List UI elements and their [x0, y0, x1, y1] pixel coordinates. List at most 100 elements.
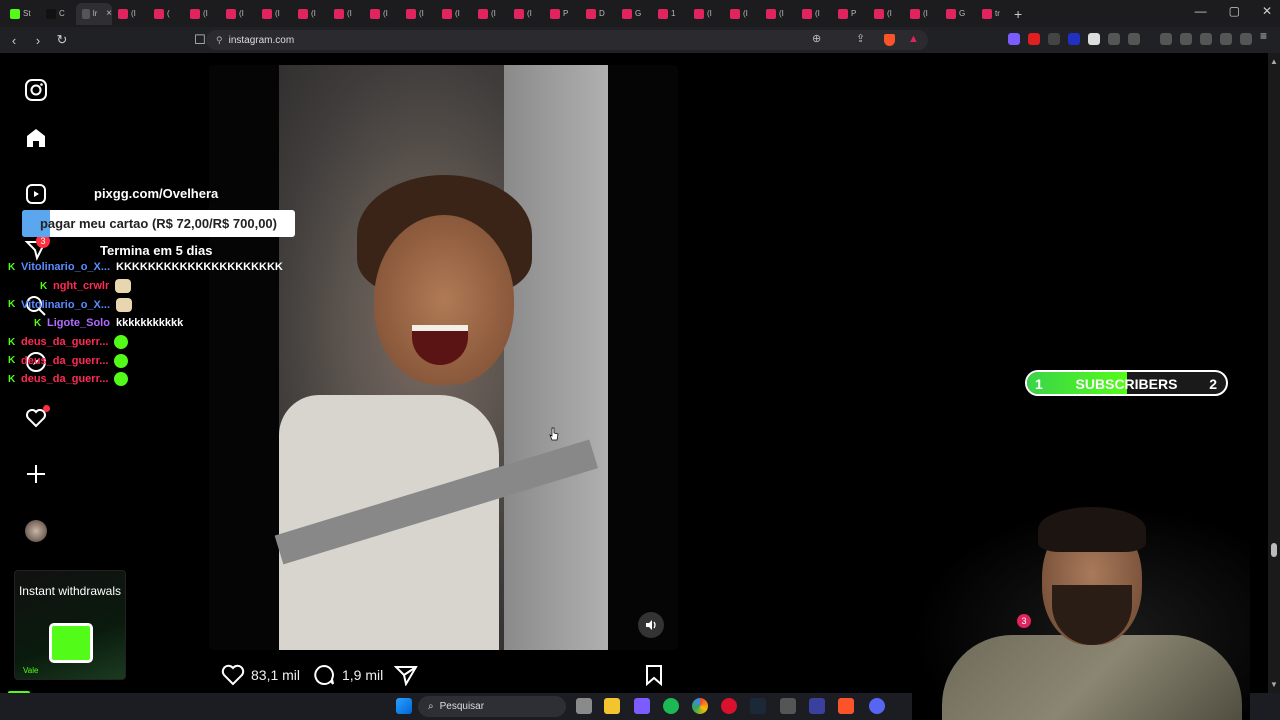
chat-emote-icon — [114, 353, 129, 368]
back-button[interactable]: ‹ — [4, 33, 24, 48]
bookmark-save-icon[interactable] — [644, 664, 664, 686]
forward-button[interactable]: › — [28, 33, 48, 48]
create-plus-icon[interactable] — [22, 460, 50, 488]
tab-favicon-icon — [946, 8, 956, 19]
share-action[interactable] — [394, 664, 418, 686]
browser-tab[interactable]: ( — [148, 3, 184, 25]
browser-tab[interactable]: (I — [364, 3, 400, 25]
browser-tab[interactable]: C — [40, 3, 76, 25]
heart-icon[interactable] — [221, 664, 245, 686]
sidebar-icon[interactable] — [1180, 33, 1192, 45]
extension-icon[interactable] — [1068, 33, 1080, 45]
tab-title: (I — [455, 9, 460, 18]
browser-tab[interactable]: (I — [292, 3, 328, 25]
scroll-thumb[interactable] — [1271, 543, 1277, 557]
chat-message: K Vitolinario_o_X... KKKKKKKKKKKKKKKKKKKKK — [0, 258, 290, 277]
extension-icon[interactable] — [1028, 33, 1040, 45]
chat-message: Kdeus_da_guerr... — [0, 333, 290, 352]
browser-tab[interactable]: tr — [976, 3, 1012, 25]
extension-icon[interactable] — [1008, 33, 1020, 45]
taskbar-search[interactable]: ⌕ Pesquisar — [418, 696, 566, 717]
browser-tab[interactable]: (I — [760, 3, 796, 25]
app-icon[interactable] — [809, 698, 825, 714]
new-tab-button[interactable]: + — [1014, 6, 1034, 22]
browser-tab[interactable]: (I — [400, 3, 436, 25]
browser-tab[interactable]: 1 — [652, 3, 688, 25]
save-action[interactable] — [644, 664, 664, 686]
home-icon[interactable] — [22, 124, 50, 152]
vpn-icon[interactable] — [1240, 33, 1252, 45]
browser-tab[interactable]: (I — [904, 3, 940, 25]
extensions-puzzle-icon[interactable] — [1108, 33, 1120, 45]
browser-tab[interactable]: Ir × — [76, 2, 112, 25]
spotify-icon[interactable] — [663, 698, 679, 714]
browser-tab[interactable]: G — [940, 3, 976, 25]
tab-title: (I — [131, 9, 136, 18]
browser-tab[interactable]: (I — [328, 3, 364, 25]
notifications-heart-icon[interactable] — [22, 404, 50, 432]
browser-tab[interactable]: (I — [796, 3, 832, 25]
discord-icon[interactable] — [869, 698, 885, 714]
address-bar[interactable]: ⚲ instagram.com ⊕ ⇪ ▲ — [206, 30, 928, 50]
task-view-icon[interactable] — [576, 698, 592, 714]
chrome-icon[interactable] — [692, 698, 708, 714]
browser-tab[interactable]: (I — [220, 3, 256, 25]
close-window-button[interactable]: ✕ — [1262, 4, 1272, 18]
volume-button[interactable] — [638, 612, 664, 638]
windows-start-icon[interactable] — [396, 698, 412, 714]
instagram-logo-icon[interactable] — [22, 76, 50, 104]
apps-icon[interactable] — [634, 698, 650, 714]
notification-dot — [43, 405, 50, 412]
browser-tab[interactable]: (I — [868, 3, 904, 25]
browser-tab[interactable]: (I — [112, 3, 148, 25]
tab-title: (I — [815, 9, 820, 18]
browser-tab[interactable]: P — [832, 3, 868, 25]
browser-tab[interactable]: (I — [472, 3, 508, 25]
share-icon[interactable] — [394, 664, 418, 686]
reload-button[interactable]: ↻ — [52, 32, 72, 48]
chat-message: K Ligote_Solo kkkkkkkkkkk — [0, 314, 290, 333]
zoom-icon[interactable]: ⊕ — [812, 32, 821, 45]
browser-tab[interactable]: (I — [724, 3, 760, 25]
brave-shield-icon[interactable] — [884, 34, 895, 46]
browser-tab[interactable]: (I — [508, 3, 544, 25]
scroll-up-arrow[interactable]: ▲ — [1270, 57, 1278, 66]
menu-icon[interactable]: ≡ — [1260, 29, 1272, 43]
minimize-button[interactable]: — — [1195, 4, 1207, 18]
tab-title: 1 — [671, 9, 676, 18]
comment-icon[interactable] — [312, 664, 336, 686]
maximize-button[interactable]: ▢ — [1229, 4, 1240, 18]
browser-tab[interactable]: St — [4, 3, 40, 25]
file-explorer-icon[interactable] — [604, 698, 620, 714]
browser-tab[interactable]: D — [580, 3, 616, 25]
browser-tab[interactable]: P — [544, 3, 580, 25]
streamer-hair — [1038, 507, 1146, 552]
brave-rewards-icon[interactable]: ▲ — [908, 33, 919, 45]
app-icon[interactable] — [780, 698, 796, 714]
brave-icon[interactable] — [838, 698, 854, 714]
tab-favicon-icon — [910, 8, 920, 19]
extension-icon[interactable] — [1048, 33, 1060, 45]
page-scrollbar[interactable]: ▲ ▼ — [1268, 53, 1280, 693]
leo-icon[interactable] — [1220, 33, 1232, 45]
browser-tab[interactable]: (I — [184, 3, 220, 25]
reels-icon[interactable] — [22, 180, 50, 208]
wallet-icon[interactable] — [1200, 33, 1212, 45]
browser-tab[interactable]: (I — [256, 3, 292, 25]
browser-tab[interactable]: (I — [436, 3, 472, 25]
browser-tab[interactable]: G — [616, 3, 652, 25]
steam-icon[interactable] — [750, 698, 766, 714]
tab-title: (I — [203, 9, 208, 18]
opera-icon[interactable] — [721, 698, 737, 714]
extension-icon[interactable] — [1088, 33, 1100, 45]
like-action[interactable]: 83,1 mil — [221, 664, 300, 686]
scroll-down-arrow[interactable]: ▼ — [1270, 680, 1278, 689]
screenshot-icon[interactable] — [1128, 33, 1140, 45]
media-icon[interactable] — [1160, 33, 1172, 45]
browser-tab[interactable]: (I — [688, 3, 724, 25]
site-info-icon[interactable]: ⚲ — [216, 35, 223, 46]
tab-title: P — [851, 9, 857, 18]
profile-avatar[interactable] — [22, 517, 50, 545]
share-icon[interactable]: ⇪ — [856, 32, 865, 45]
comment-action[interactable]: 1,9 mil — [312, 664, 383, 686]
